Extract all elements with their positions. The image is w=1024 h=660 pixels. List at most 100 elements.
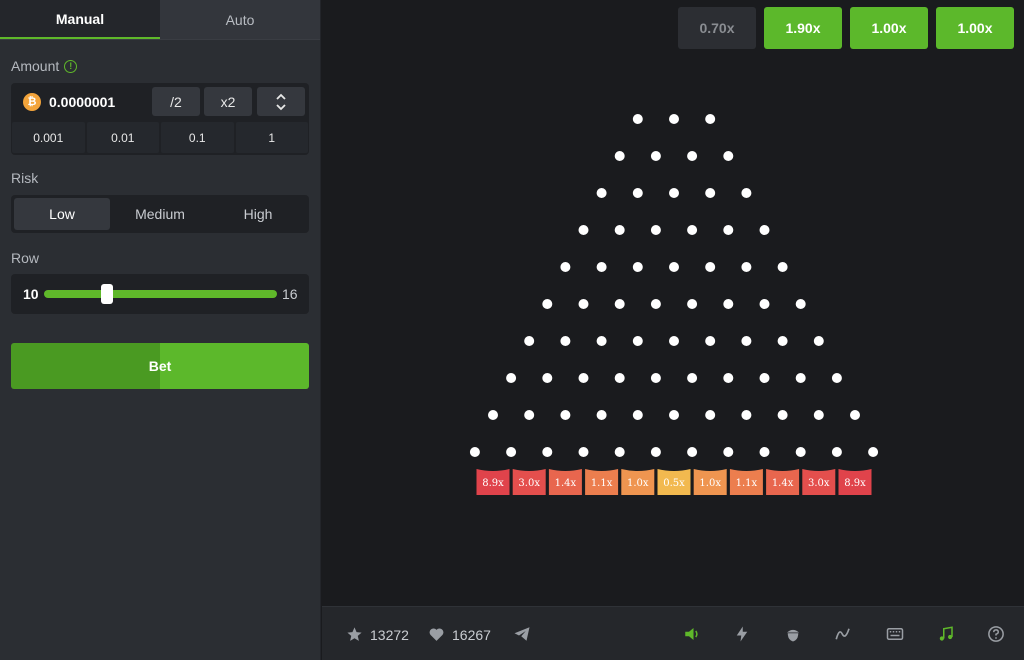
peg <box>542 447 553 457</box>
multiplier-label: 3.0x <box>808 478 830 489</box>
multiplier-bucket: 0.5x <box>657 469 691 495</box>
peg <box>669 188 679 198</box>
peg <box>614 299 625 309</box>
peg <box>777 262 788 272</box>
peg <box>650 299 661 309</box>
keyboard-icon[interactable] <box>886 625 904 643</box>
peg <box>632 410 643 420</box>
music-icon[interactable] <box>937 625 955 643</box>
chevron-up-down-icon <box>276 93 286 110</box>
tab-manual[interactable]: Manual <box>0 0 160 39</box>
game-area: 8.9x 3.0x 1.4x 1.1x 1.0x 0.5x 1.0x 1.1x 1.4x 3.0x… <box>322 0 1024 606</box>
peg <box>614 447 625 457</box>
peg <box>596 188 607 198</box>
peg <box>705 410 716 420</box>
peg <box>506 373 517 383</box>
likes-stat[interactable]: 16267 <box>428 626 491 643</box>
multiplier-bucket: 8.9x <box>476 469 510 495</box>
risk-label-row: Risk <box>11 170 38 186</box>
peg <box>705 114 716 124</box>
quick-amount-button[interactable]: 0.001 <box>12 122 85 153</box>
peg <box>687 373 698 383</box>
peg <box>777 410 788 420</box>
peg <box>795 447 806 457</box>
peg <box>669 410 679 420</box>
peg <box>578 299 589 309</box>
peg <box>614 151 625 161</box>
half-button[interactable]: /2 <box>152 87 200 116</box>
row-label: Row <box>11 250 40 266</box>
peg <box>759 447 770 457</box>
mode-tabs: Manual Auto <box>0 0 320 40</box>
favorites-count: 13272 <box>370 626 409 643</box>
help-icon[interactable] <box>987 625 1005 643</box>
peg <box>723 299 734 309</box>
amount-label-row: Amount ! <box>11 58 78 74</box>
star-icon <box>347 627 362 641</box>
peg <box>560 410 571 420</box>
row-slider-box: 10 16 <box>11 274 309 314</box>
multiplier-label: 8.9x <box>482 478 504 489</box>
row-min-value: 10 <box>23 286 39 302</box>
row-slider-thumb[interactable] <box>100 284 113 304</box>
risk-option-low[interactable]: Low <box>14 198 110 230</box>
acorn-icon[interactable] <box>784 625 802 643</box>
multiplier-bucket: 1.4x <box>548 469 582 495</box>
tab-auto[interactable]: Auto <box>160 0 320 39</box>
multiplier-label: 1.4x <box>555 478 577 489</box>
row-slider-track[interactable] <box>44 284 277 304</box>
lightning-icon[interactable] <box>733 625 751 643</box>
peg <box>850 410 860 420</box>
share-telegram-icon[interactable] <box>513 625 531 643</box>
peg <box>632 336 643 346</box>
peg <box>469 447 480 457</box>
multiplier-label: 0.5x <box>663 478 685 489</box>
quick-amount-button[interactable]: 0.1 <box>161 122 234 153</box>
adjust-button[interactable] <box>257 87 305 116</box>
peg <box>488 410 498 420</box>
quick-amounts: 0.001 0.01 0.1 1 <box>11 122 309 153</box>
multiplier-label: 8.9x <box>844 478 866 489</box>
peg <box>687 447 698 457</box>
risk-option-high[interactable]: High <box>210 198 306 230</box>
peg <box>777 336 788 346</box>
peg <box>723 373 734 383</box>
row-max-value: 16 <box>282 286 298 302</box>
peg <box>596 262 607 272</box>
risk-option-medium[interactable]: Medium <box>112 198 208 230</box>
peg <box>614 225 625 235</box>
multiplier-label: 1.1x <box>591 478 613 489</box>
amount-box: ₿ 0.0000001 /2 x2 0.001 0.01 0.1 1 <box>11 83 309 155</box>
amount-input[interactable]: ₿ 0.0000001 <box>11 83 153 120</box>
multiplier-bucket: 1.1x <box>729 469 763 495</box>
likes-count: 16267 <box>452 626 491 643</box>
history-chip: 1.90x <box>764 7 842 49</box>
risk-selector: Low Medium High <box>11 195 309 233</box>
multiplier-label: 3.0x <box>518 478 540 489</box>
peg <box>687 299 698 309</box>
multiplier-label: 1.4x <box>772 478 794 489</box>
amount-label: Amount <box>11 58 60 74</box>
curve-icon[interactable] <box>834 625 852 643</box>
bitcoin-icon: ₿ <box>23 92 41 111</box>
bet-button[interactable]: Bet <box>11 343 309 389</box>
info-icon[interactable]: ! <box>64 59 78 73</box>
peg <box>687 225 698 235</box>
multiplier-bucket: 1.0x <box>621 469 655 495</box>
quick-amount-button[interactable]: 0.01 <box>86 122 159 153</box>
peg <box>795 299 806 309</box>
multiplier-bucket: 8.9x <box>838 469 872 495</box>
history-chip: 0.70x <box>678 7 756 49</box>
volume-icon[interactable] <box>683 625 701 643</box>
peg <box>560 336 571 346</box>
peg <box>632 262 643 272</box>
bet-panel: Manual Auto Amount ! ₿ 0.0000001 /2 x2 0… <box>0 0 321 660</box>
double-button[interactable]: x2 <box>204 87 252 116</box>
peg <box>650 225 661 235</box>
favorites-stat[interactable]: 13272 <box>346 626 409 643</box>
row-label-row: Row <box>11 250 39 266</box>
peg <box>650 373 661 383</box>
peg <box>524 336 535 346</box>
peg <box>741 336 752 346</box>
quick-amount-button[interactable]: 1 <box>235 122 308 153</box>
